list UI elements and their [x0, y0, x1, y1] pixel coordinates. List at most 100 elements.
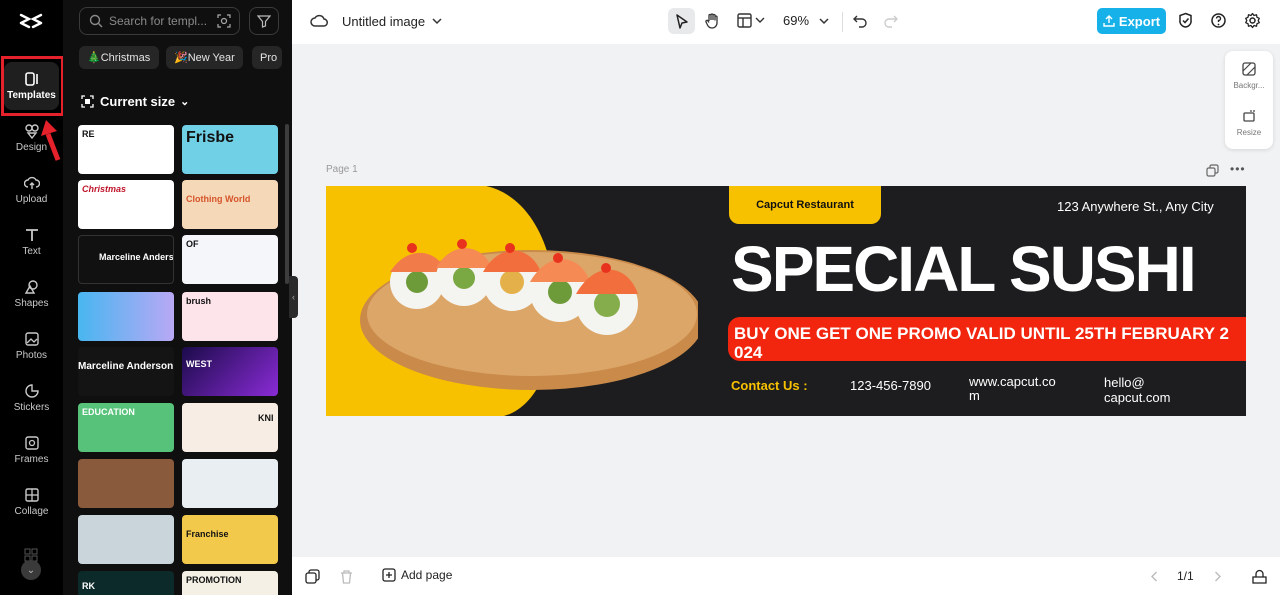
template-thumbnail[interactable]: RE — [78, 125, 174, 174]
text-icon — [25, 229, 38, 241]
template-thumbnail[interactable]: RK — [78, 571, 174, 595]
template-thumbnail[interactable]: brush — [182, 292, 278, 341]
thumb-text: RK — [82, 581, 95, 591]
chip-christmas[interactable]: 🎄Christmas — [79, 46, 159, 69]
zoom-level[interactable]: 69% — [783, 13, 809, 28]
background-tool[interactable]: Backgr... — [1225, 62, 1273, 90]
template-thumbnail[interactable] — [182, 459, 278, 508]
hand-tool-icon[interactable] — [704, 12, 721, 29]
upload-icon — [23, 176, 40, 189]
promo-text: BUY ONE GET ONE PROMO VALID UNTIL 25TH F… — [734, 324, 1229, 362]
shapes-icon — [24, 280, 38, 294]
headline-text: SPECIAL SUSHI — [731, 233, 1197, 305]
filter-icon — [257, 15, 271, 28]
add-page-button[interactable]: Add page — [382, 568, 452, 582]
collage-icon — [24, 488, 39, 502]
duplicate-page-icon[interactable] — [305, 569, 320, 584]
chevron-down-icon: ⌄ — [180, 96, 190, 108]
more-options-icon[interactable]: ••• — [1230, 162, 1246, 176]
current-size-dropdown[interactable]: Current size ⌄ — [81, 94, 189, 109]
template-thumbnail[interactable]: KNI — [182, 403, 278, 452]
select-tool-button[interactable] — [668, 8, 695, 34]
redo-icon[interactable] — [882, 12, 899, 29]
rail-item-stickers[interactable]: Stickers — [4, 374, 59, 422]
templates-highlight-box — [1, 56, 64, 116]
frames-icon — [24, 436, 39, 450]
undo-icon[interactable] — [852, 12, 869, 29]
page-label: Page 1 — [326, 164, 358, 175]
chevron-right-icon[interactable] — [1210, 569, 1225, 584]
collapse-panel-handle[interactable]: ‹ — [289, 276, 298, 318]
panel-scrollbar[interactable] — [285, 124, 289, 284]
template-thumbnail[interactable]: Frisbe — [182, 125, 278, 174]
template-thumbnail[interactable]: Marceline Anders — [78, 235, 174, 284]
rail-item-upload[interactable]: Upload — [4, 166, 59, 214]
template-thumbnail[interactable]: Marceline Anderson — [78, 347, 174, 396]
cloud-save-icon[interactable] — [310, 12, 328, 30]
thumb-text: KNI — [258, 413, 274, 423]
rail-item-shapes[interactable]: Shapes — [4, 270, 59, 318]
restaurant-name-badge: Capcut Restaurant — [729, 186, 881, 224]
rail-item-frames[interactable]: Frames — [4, 426, 59, 474]
template-thumbnail[interactable] — [78, 459, 174, 508]
template-search-input[interactable]: Search for templ... — [79, 7, 240, 35]
chip-pro[interactable]: Pro — [252, 46, 282, 69]
thumb-text: Marceline Anders — [99, 252, 174, 262]
bottom-toolbar: Add page 1/1 — [292, 557, 1280, 595]
template-thumbnail[interactable]: Clothing World — [182, 180, 278, 229]
chip-new-year[interactable]: 🎉New Year — [166, 46, 243, 69]
chevron-left-icon[interactable] — [1147, 569, 1162, 584]
photos-icon — [24, 332, 39, 346]
delete-page-icon[interactable] — [339, 569, 354, 584]
template-thumbnail[interactable] — [78, 515, 174, 564]
template-thumbnail[interactable]: Franchise — [182, 515, 278, 564]
chevron-down-icon[interactable]: ⌄ — [21, 560, 41, 580]
thumb-text: Frisbe — [186, 129, 235, 146]
top-toolbar: Untitled image 69% Export — [292, 0, 1280, 44]
chevron-down-icon[interactable] — [431, 15, 443, 27]
shield-icon[interactable] — [1177, 12, 1194, 29]
size-frame-icon — [81, 95, 94, 108]
export-button[interactable]: Export — [1097, 8, 1166, 34]
page-counter: 1/1 — [1177, 569, 1194, 583]
template-thumbnail[interactable]: WEST — [182, 347, 278, 396]
thumb-text: EDUCATION — [82, 407, 135, 417]
add-page-icon — [382, 568, 396, 582]
chevron-down-icon[interactable] — [818, 15, 830, 27]
layers-panel-icon[interactable] — [1252, 569, 1267, 584]
filter-button[interactable] — [249, 7, 279, 35]
resize-tool[interactable]: Resize — [1225, 109, 1273, 137]
thumb-text: WEST — [186, 359, 212, 369]
design-canvas[interactable]: Capcut Restaurant 123 Anywhere St., Any … — [326, 186, 1246, 416]
document-title[interactable]: Untitled image — [342, 14, 425, 29]
rail-item-photos[interactable]: Photos — [4, 322, 59, 370]
image-search-icon[interactable] — [217, 14, 231, 28]
settings-gear-icon[interactable] — [1244, 12, 1261, 29]
chip-label: Pro — [260, 51, 278, 64]
chevron-down-icon[interactable] — [755, 15, 765, 25]
stickers-icon — [24, 384, 39, 398]
resize-tool-label: Resize — [1236, 128, 1262, 137]
template-thumbnail[interactable]: OF — [182, 235, 278, 284]
rail-item-collage[interactable]: Collage — [4, 478, 59, 526]
template-thumbnail[interactable]: Christmas — [78, 180, 174, 229]
template-thumbnail[interactable]: PROMOTION — [182, 571, 278, 595]
help-icon[interactable] — [1210, 12, 1227, 29]
add-page-label: Add page — [401, 568, 453, 582]
address-text: 123 Anywhere St., Any City — [1057, 199, 1214, 214]
duplicate-page-icon[interactable] — [1206, 164, 1219, 177]
rail-item-label: Frames — [14, 454, 49, 465]
rail-item-label: Upload — [15, 194, 48, 205]
search-icon — [89, 14, 103, 28]
rail-item-text[interactable]: Text — [4, 218, 59, 266]
chip-label: 🎄Christmas — [87, 52, 151, 64]
capcut-logo-icon[interactable] — [18, 10, 44, 32]
search-placeholder: Search for templ... — [109, 14, 208, 28]
template-thumbnail[interactable] — [78, 292, 174, 341]
template-thumbnail[interactable]: EDUCATION — [78, 403, 174, 452]
export-label: Export — [1118, 13, 1161, 29]
layout-icon[interactable] — [736, 12, 753, 29]
thumb-text: Clothing World — [186, 194, 251, 204]
thumb-text: Marceline Anderson — [78, 361, 174, 372]
thumb-text: brush — [186, 296, 212, 306]
